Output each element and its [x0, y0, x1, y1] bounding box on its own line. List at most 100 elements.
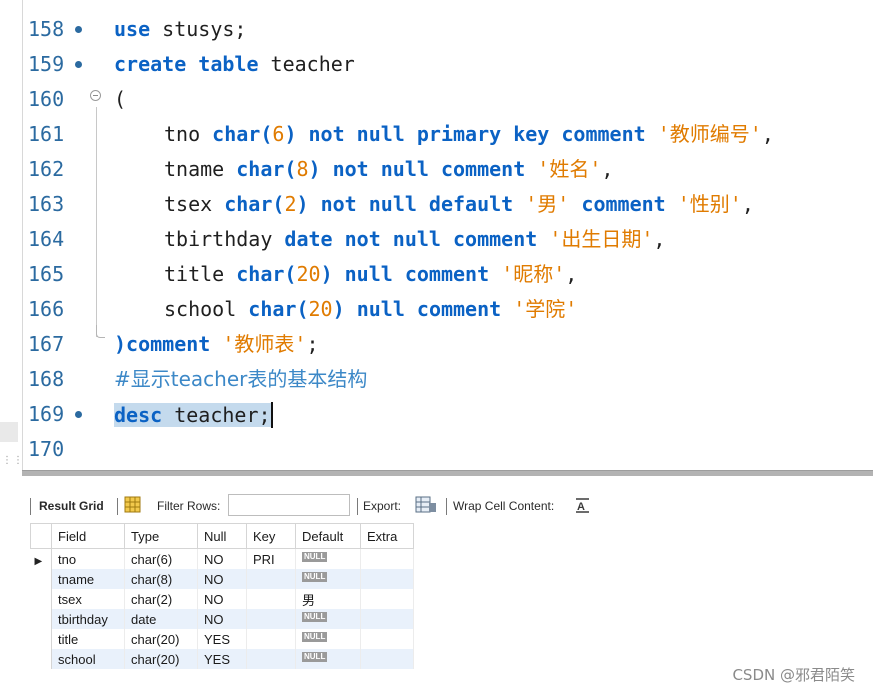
column-header-extra[interactable]: Extra	[360, 523, 414, 549]
grid-header-row: Field Type Null Key Default Extra	[30, 523, 414, 549]
cell-field[interactable]: title	[51, 629, 125, 649]
fold-end-icon	[96, 325, 105, 338]
cell-key[interactable]	[246, 629, 296, 649]
code-line[interactable]: 166 school char(20) null comment '学院'	[0, 290, 873, 325]
code-line[interactable]: 160 (	[0, 80, 873, 115]
line-number: 162	[28, 157, 65, 181]
column-header-key[interactable]: Key	[246, 523, 296, 549]
code-line[interactable]: 167 )comment '教师表';	[0, 325, 873, 360]
fold-toggle-icon[interactable]	[90, 90, 101, 101]
column-header-type[interactable]: Type	[124, 523, 198, 549]
row-selector[interactable]	[30, 609, 52, 629]
table-row[interactable]: ▶ tno char(6) NO PRI NULL	[30, 548, 414, 569]
cell-field[interactable]: tno	[51, 548, 125, 569]
cell-default[interactable]: 男	[295, 589, 361, 609]
cell-key[interactable]: PRI	[246, 548, 296, 569]
cell-default[interactable]: NULL	[295, 609, 361, 629]
code-text: create table teacher	[114, 52, 355, 76]
cell-extra[interactable]	[360, 629, 414, 649]
svg-text:A: A	[577, 501, 585, 513]
row-selector[interactable]	[30, 569, 52, 589]
cell-extra[interactable]	[360, 548, 414, 569]
row-selector-header[interactable]	[30, 523, 52, 549]
code-text: tname char(8) not null comment '姓名',	[164, 157, 614, 181]
line-number: 168	[28, 367, 65, 391]
cell-extra[interactable]	[360, 609, 414, 629]
table-row[interactable]: tname char(8) NO NULL	[30, 569, 414, 589]
cell-field[interactable]: tname	[51, 569, 125, 589]
export-icon[interactable]	[415, 495, 437, 519]
code-line[interactable]: 158 use stusys;	[0, 10, 873, 45]
code-text: tsex char(2) not null default '男' commen…	[164, 192, 754, 216]
cell-null[interactable]: NO	[197, 548, 247, 569]
cell-type[interactable]: char(6)	[124, 548, 198, 569]
row-selector[interactable]	[30, 629, 52, 649]
table-row[interactable]: title char(20) YES NULL	[30, 629, 414, 649]
code-text: title char(20) null comment '昵称',	[164, 262, 578, 286]
cell-null[interactable]: NO	[197, 609, 247, 629]
code-line[interactable]: 163 tsex char(2) not null default '男' co…	[0, 185, 873, 220]
row-selector[interactable]	[30, 589, 52, 609]
code-text: )comment '教师表';	[114, 332, 319, 356]
code-line[interactable]: 170	[0, 430, 873, 465]
cell-default[interactable]: NULL	[295, 569, 361, 589]
cell-null[interactable]: YES	[197, 629, 247, 649]
code-text: school char(20) null comment '学院'	[164, 297, 578, 321]
watermark: CSDN @邪君陌笑	[732, 666, 855, 684]
code-line[interactable]: 165 title char(20) null comment '昵称',	[0, 255, 873, 290]
code-line[interactable]: 168 #显示teacher表的基本结构	[0, 360, 873, 395]
cell-extra[interactable]	[360, 569, 414, 589]
row-selector[interactable]: ▶	[30, 548, 52, 569]
cell-type[interactable]: date	[124, 609, 198, 629]
code-line[interactable]: 164 tbirthday date not null comment '出生日…	[0, 220, 873, 255]
cell-null[interactable]: YES	[197, 649, 247, 669]
code-line-current[interactable]: 169 desc teacher;	[0, 395, 873, 430]
cell-type[interactable]: char(8)	[124, 569, 198, 589]
cell-field[interactable]: tsex	[51, 589, 125, 609]
export-label: Export:	[363, 499, 402, 513]
panel-splitter[interactable]	[22, 470, 873, 476]
row-selector[interactable]	[30, 649, 52, 669]
table-row[interactable]: tbirthday date NO NULL	[30, 609, 414, 629]
column-header-default[interactable]: Default	[295, 523, 361, 549]
filter-rows-input[interactable]	[228, 494, 350, 516]
result-grid-tab[interactable]: Result Grid	[39, 498, 104, 514]
current-row-arrow-icon: ▶	[34, 555, 43, 567]
cell-null[interactable]: NO	[197, 589, 247, 609]
code-text: #显示teacher表的基本结构	[114, 367, 368, 391]
cell-extra[interactable]	[360, 589, 414, 609]
null-badge: NULL	[302, 611, 328, 622]
column-header-field[interactable]: Field	[51, 523, 125, 549]
table-row[interactable]: school char(20) YES NULL	[30, 649, 414, 669]
cell-null[interactable]: NO	[197, 569, 247, 589]
code-line[interactable]: 159 create table teacher	[0, 45, 873, 80]
table-row[interactable]: tsex char(2) NO 男	[30, 589, 414, 609]
cell-default[interactable]: NULL	[295, 629, 361, 649]
code-line[interactable]: 162 tname char(8) not null comment '姓名',	[0, 150, 873, 185]
null-badge: NULL	[302, 571, 328, 582]
cell-key[interactable]	[246, 589, 296, 609]
cell-field[interactable]: school	[51, 649, 125, 669]
cell-type[interactable]: char(20)	[124, 629, 198, 649]
cell-type[interactable]: char(2)	[124, 589, 198, 609]
line-number: 161	[28, 122, 65, 146]
line-number: 167	[28, 332, 65, 356]
code-text: desc teacher;	[114, 402, 273, 428]
cell-key[interactable]	[246, 649, 296, 669]
cell-type[interactable]: char(20)	[124, 649, 198, 669]
line-number: 164	[28, 227, 65, 251]
cell-default[interactable]: NULL	[295, 548, 361, 569]
cell-extra[interactable]	[360, 649, 414, 669]
result-grid[interactable]: Field Type Null Key Default Extra ▶ tno …	[30, 523, 414, 669]
code-line[interactable]: 161 tno char(6) not null primary key com…	[0, 115, 873, 150]
cell-field[interactable]: tbirthday	[51, 609, 125, 629]
wrap-text-icon[interactable]: A	[575, 497, 590, 517]
cell-key[interactable]	[246, 609, 296, 629]
line-number: 166	[28, 297, 65, 321]
cell-default[interactable]: NULL	[295, 649, 361, 669]
sql-editor[interactable]: ⋮⋮ 158 use stusys; 159 create table teac…	[0, 0, 873, 470]
cell-key[interactable]	[246, 569, 296, 589]
column-header-null[interactable]: Null	[197, 523, 247, 549]
grid-layout-icon[interactable]	[124, 496, 141, 517]
toolbar-separator	[30, 498, 31, 515]
